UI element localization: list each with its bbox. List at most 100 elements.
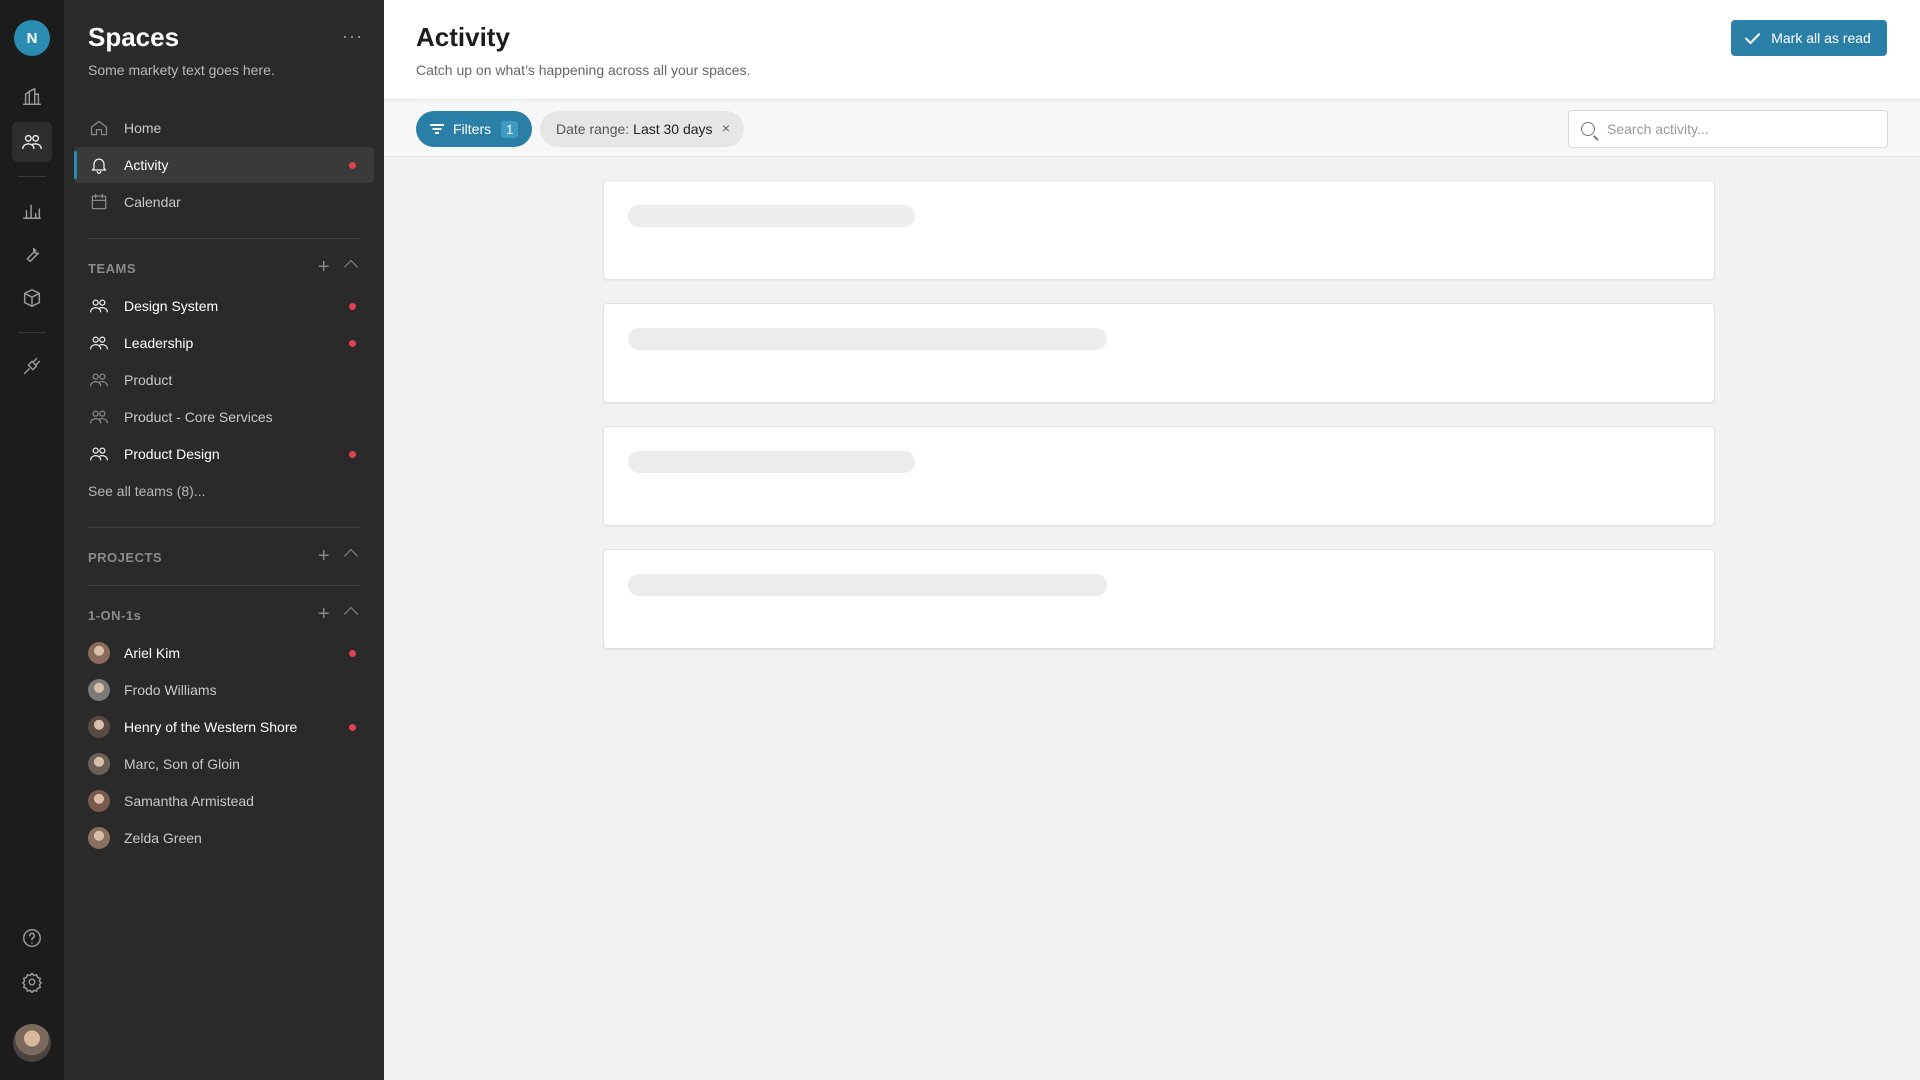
- section-title: PROJECTS: [88, 549, 163, 565]
- one-on-one-item[interactable]: Marc, Son of Gloin: [74, 746, 374, 782]
- search-icon: [1581, 122, 1595, 136]
- team-item[interactable]: Product: [74, 362, 374, 398]
- sidebar-item-activity[interactable]: Activity: [74, 147, 374, 183]
- icon-rail: N: [0, 0, 64, 1080]
- activity-card-loading: [603, 426, 1715, 526]
- team-label: Product: [124, 372, 173, 388]
- team-label: Product - Core Services: [124, 409, 273, 425]
- unread-dot: [349, 162, 356, 169]
- unread-dot: [349, 650, 356, 657]
- one-on-one-label: Marc, Son of Gloin: [124, 756, 240, 772]
- close-icon[interactable]: ×: [722, 120, 730, 136]
- sidebar-item-label: Home: [124, 120, 162, 136]
- activity-card-loading: [603, 180, 1715, 280]
- add-team-icon[interactable]: +: [318, 256, 330, 279]
- skeleton-line: [628, 328, 1107, 350]
- activity-card-loading: [603, 549, 1715, 649]
- rail-divider: [18, 176, 46, 177]
- chip-key: Date range:: [556, 121, 630, 137]
- team-label: Leadership: [124, 335, 194, 351]
- wrench-icon[interactable]: [12, 234, 52, 274]
- date-range-chip[interactable]: Date range: Last 30 days ×: [540, 111, 744, 147]
- team-icon: [88, 406, 110, 428]
- team-icon: [88, 369, 110, 391]
- people-icon[interactable]: [12, 122, 52, 162]
- sidebar-item-home[interactable]: Home: [74, 110, 374, 146]
- avatar: [88, 679, 110, 701]
- collapse-icon[interactable]: [343, 606, 359, 622]
- page-header: Activity Catch up on what’s happening ac…: [384, 0, 1920, 100]
- section-title: TEAMS: [88, 260, 136, 276]
- team-item[interactable]: Design System: [74, 288, 374, 324]
- workspace-avatar[interactable]: N: [14, 20, 50, 56]
- home-icon[interactable]: [12, 76, 52, 116]
- skeleton-line: [628, 574, 1107, 596]
- team-item[interactable]: Product Design: [74, 436, 374, 472]
- one-on-one-label: Samantha Armistead: [124, 793, 254, 809]
- one-on-one-item[interactable]: Zelda Green: [74, 820, 374, 856]
- avatar: [88, 716, 110, 738]
- check-icon: [1745, 28, 1761, 45]
- team-label: Product Design: [124, 446, 220, 462]
- plug-icon[interactable]: [12, 346, 52, 386]
- rail-divider: [18, 332, 46, 333]
- sidebar-divider: [88, 238, 360, 239]
- search-input[interactable]: [1607, 121, 1867, 137]
- team-item[interactable]: Leadership: [74, 325, 374, 361]
- see-all-teams-link[interactable]: See all teams (8)...: [88, 483, 206, 499]
- unread-dot: [349, 451, 356, 458]
- sidebar-subtitle: Some markety text goes here.: [88, 62, 275, 78]
- user-avatar[interactable]: [13, 1024, 51, 1062]
- unread-dot: [349, 340, 356, 347]
- skeleton-line: [628, 451, 915, 473]
- skeleton-line: [628, 205, 915, 227]
- sidebar-title: Spaces: [88, 22, 180, 52]
- chart-icon[interactable]: [12, 190, 52, 230]
- gear-icon[interactable]: [12, 962, 52, 1002]
- unread-dot: [349, 724, 356, 731]
- more-options-icon[interactable]: ···: [342, 26, 363, 47]
- sidebar-divider: [88, 585, 360, 586]
- collapse-icon[interactable]: [343, 259, 359, 275]
- spaces-sidebar: Spaces ··· Some markety text goes here. …: [64, 0, 384, 1080]
- team-label: Design System: [124, 298, 219, 314]
- teams-section-header: TEAMS +: [88, 256, 360, 279]
- activity-card-loading: [603, 303, 1715, 403]
- sidebar-divider: [88, 527, 360, 528]
- one-on-one-label: Henry of the Western Shore: [124, 719, 298, 735]
- one-on-ones-section-header: 1-ON-1s +: [88, 603, 360, 626]
- add-project-icon[interactable]: +: [318, 545, 330, 568]
- avatar: [88, 827, 110, 849]
- filters-label: Filters: [453, 121, 492, 137]
- team-icon: [88, 443, 110, 465]
- avatar: [88, 642, 110, 664]
- team-item[interactable]: Product - Core Services: [74, 399, 374, 435]
- one-on-one-label: Zelda Green: [124, 830, 202, 846]
- calendar-icon: [88, 191, 110, 213]
- bell-icon: [88, 154, 110, 176]
- box-icon[interactable]: [12, 278, 52, 318]
- filters-count-badge: 1: [501, 120, 519, 138]
- page-subtitle: Catch up on what’s happening across all …: [416, 62, 751, 78]
- main-content: Activity Catch up on what’s happening ac…: [384, 0, 1920, 1080]
- home-icon: [88, 117, 110, 139]
- page-title: Activity: [416, 22, 510, 52]
- sidebar-item-label: Calendar: [124, 194, 181, 210]
- search-box[interactable]: [1568, 110, 1888, 148]
- one-on-one-label: Frodo Williams: [124, 682, 217, 698]
- one-on-one-item[interactable]: Ariel Kim: [74, 635, 374, 671]
- add-one-on-one-icon[interactable]: +: [318, 603, 330, 626]
- one-on-one-item[interactable]: Frodo Williams: [74, 672, 374, 708]
- chip-value: Last 30 days: [633, 121, 713, 137]
- mark-all-read-button[interactable]: Mark all as read: [1731, 20, 1887, 56]
- sidebar-item-calendar[interactable]: Calendar: [74, 184, 374, 220]
- filter-icon: [430, 124, 444, 134]
- team-icon: [88, 332, 110, 354]
- filters-button[interactable]: Filters 1: [416, 111, 532, 147]
- collapse-icon[interactable]: [343, 548, 359, 564]
- projects-section-header: PROJECTS +: [88, 545, 360, 568]
- one-on-one-item[interactable]: Samantha Armistead: [74, 783, 374, 819]
- help-icon[interactable]: [12, 918, 52, 958]
- avatar: [88, 790, 110, 812]
- one-on-one-item[interactable]: Henry of the Western Shore: [74, 709, 374, 745]
